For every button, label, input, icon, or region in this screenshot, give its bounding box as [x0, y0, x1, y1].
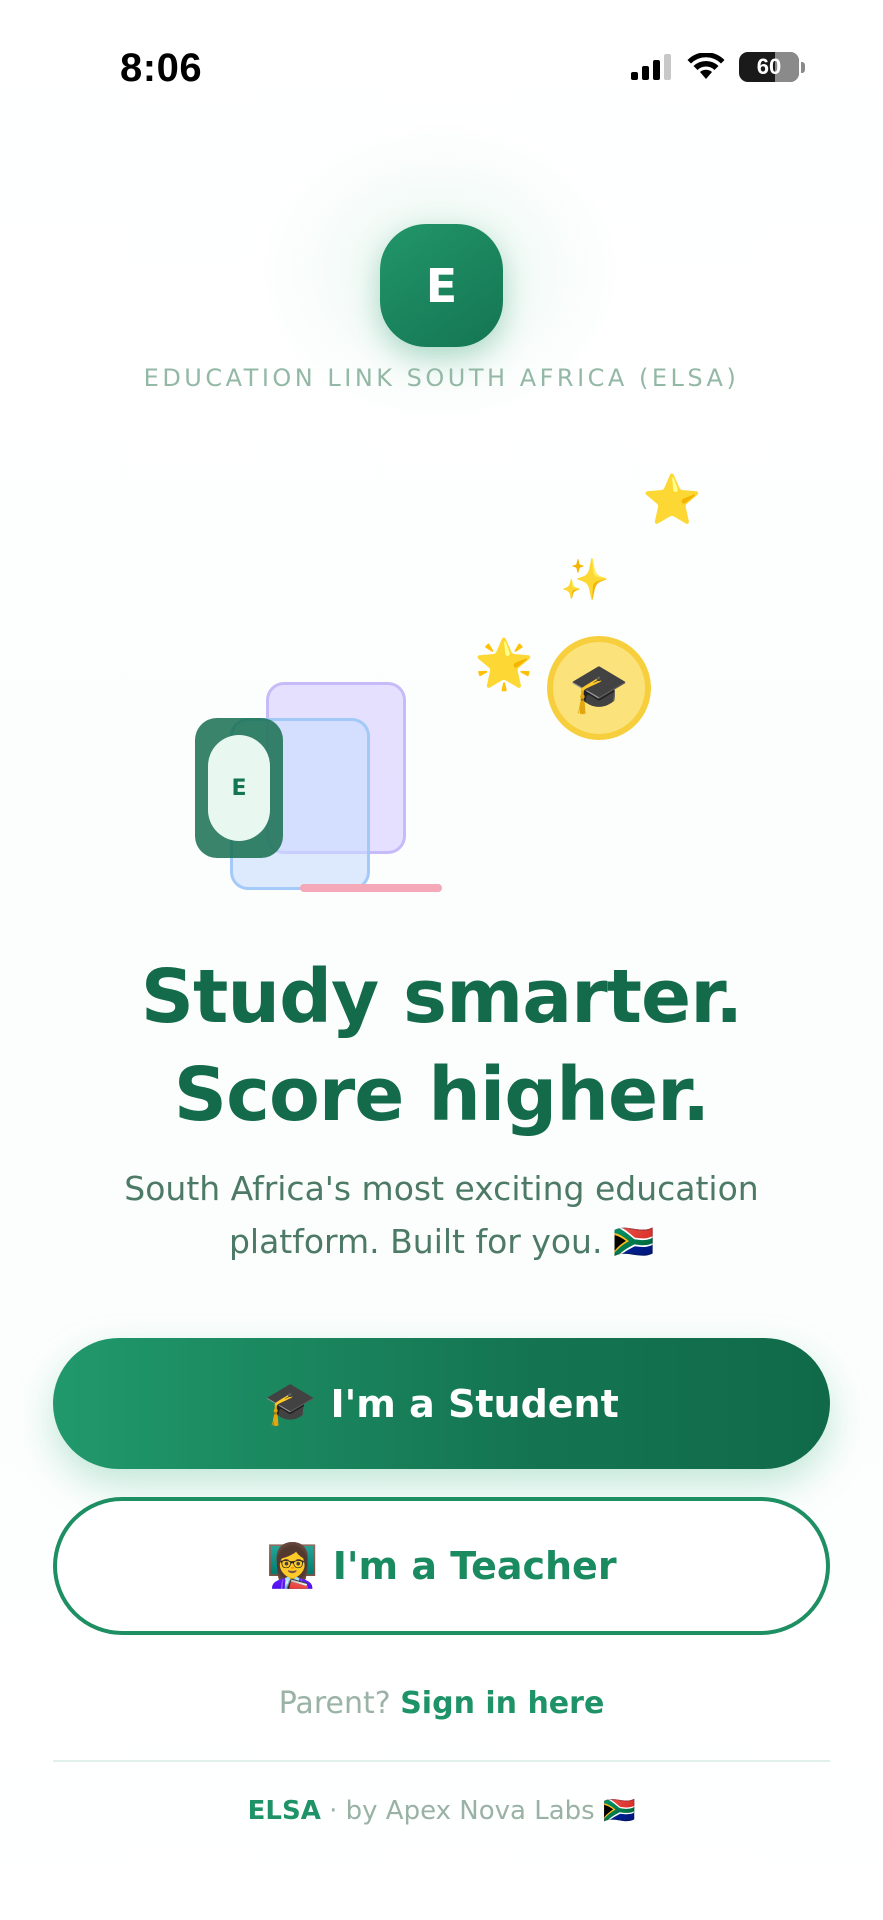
student-button-label: I'm a Student [330, 1381, 619, 1426]
subtitle-line-1: South Africa's most exciting education [124, 1169, 759, 1208]
phone-illustration: E [195, 718, 283, 858]
teacher-button-label: I'm a Teacher [332, 1544, 617, 1588]
subtitle: South Africa's most exciting education p… [80, 1162, 803, 1268]
battery-percent: 60 [756, 54, 782, 79]
parent-signin-row: Parent? Sign in here [0, 1686, 883, 1721]
glowing-star-icon: 🌟 [474, 636, 534, 692]
wifi-icon [687, 53, 725, 79]
status-time: 8:06 [120, 46, 203, 90]
parent-prompt: Parent? [278, 1686, 391, 1721]
sparkles-icon: ✨ [560, 557, 610, 603]
headline: Study smarter. Score higher. [0, 948, 883, 1144]
signal-icon [631, 54, 671, 80]
student-button[interactable]: 🎓 I'm a Student [53, 1338, 830, 1469]
graduation-cap-badge: 🎓 [547, 636, 651, 740]
status-icons: 60 [631, 52, 805, 82]
headline-line-2: Score higher. [173, 1052, 710, 1138]
teacher-button[interactable]: 👩‍🏫 I'm a Teacher [53, 1497, 830, 1635]
footer-byline: · by Apex Nova Labs 🇿🇦 [320, 1796, 636, 1826]
app-logo: E [380, 224, 503, 347]
divider [53, 1760, 830, 1762]
subtitle-line-2: platform. Built for you. 🇿🇦 [228, 1222, 655, 1261]
hero-illustration: ⭐ ✨ 🌟 🎓 E [0, 460, 883, 900]
footer: ELSA · by Apex Nova Labs 🇿🇦 [0, 1796, 883, 1826]
document-underline [300, 884, 442, 892]
star-icon: ⭐ [642, 472, 702, 528]
brand-name: EDUCATION LINK SOUTH AFRICA (ELSA) [143, 364, 740, 392]
phone-screen-letter: E [208, 735, 270, 841]
welcome-screen: 8:06 60 E EDUCATION LINK SOUTH AFRICA (E… [0, 0, 883, 1920]
battery-icon: 60 [739, 52, 799, 82]
graduation-cap-icon: 🎓 [264, 1378, 317, 1428]
headline-line-1: Study smarter. [140, 954, 744, 1040]
graduation-cap-icon: 🎓 [569, 660, 629, 717]
footer-brand: ELSA [247, 1796, 321, 1826]
teacher-icon: 👩‍🏫 [266, 1541, 319, 1590]
battery-tip [801, 61, 805, 73]
status-bar: 8:06 60 [0, 0, 883, 140]
parent-signin-link[interactable]: Sign in here [400, 1686, 604, 1721]
